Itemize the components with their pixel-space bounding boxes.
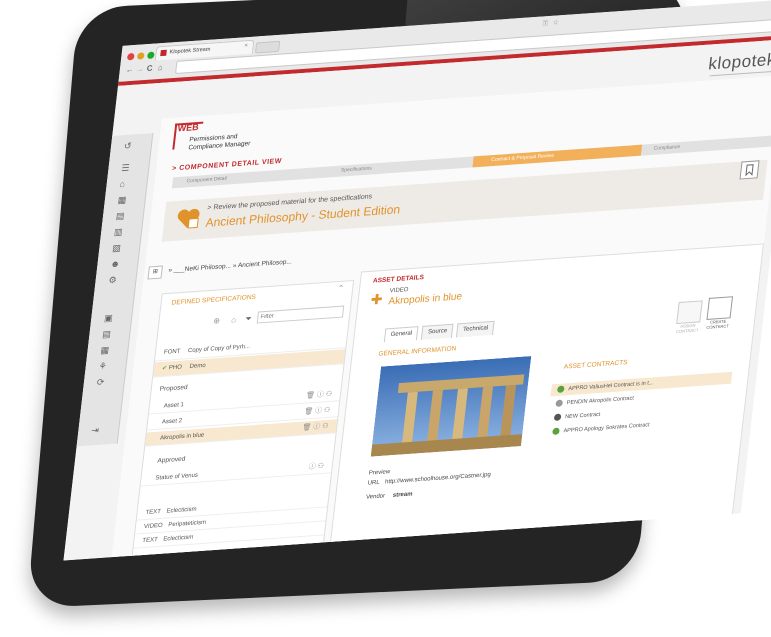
stage: Klopotek Stream × ← → C ⌂ ⚿ ☆ ♙ ≡ klopot… (0, 0, 771, 637)
minimize-window-dot[interactable] (136, 52, 145, 60)
url-value[interactable]: http://www.schoolhouse.org/Castner.jpg (385, 472, 491, 485)
add-spec-icon[interactable]: ⊕ (213, 316, 221, 325)
back-icon[interactable]: ← (125, 65, 134, 75)
asset-details-panel: ASSET DETAILS ✚ VIDEO Akropolis in blue … (329, 243, 764, 544)
proposed-label: Proposed (159, 383, 188, 393)
tab-close-icon[interactable]: × (244, 43, 248, 49)
tab-general[interactable]: General (383, 326, 419, 343)
asset-kind: VIDEO (389, 287, 409, 295)
tablet-frame: Klopotek Stream × ← → C ⌂ ⚿ ☆ ♙ ≡ klopot… (27, 0, 771, 609)
asset-tabs: General Source Technical (383, 320, 497, 343)
tablet-screen: Klopotek Stream × ← → C ⌂ ⚿ ☆ ♙ ≡ klopot… (63, 0, 771, 561)
filter-input[interactable] (256, 305, 345, 324)
building-icon[interactable]: ▦ (117, 195, 127, 207)
status-badge (553, 413, 562, 422)
settings-icon[interactable]: ⚙ (108, 275, 117, 287)
approved-label: Approved (157, 455, 186, 465)
step-compliance[interactable]: Compliance (633, 135, 771, 156)
asset-icon[interactable]: ▣ (104, 313, 114, 325)
building-group-icon[interactable]: ▥ (113, 227, 124, 239)
tab-title: Klopotek Stream (169, 46, 211, 56)
asset-preview-image (370, 356, 532, 457)
heart-building-icon (177, 208, 200, 229)
preview-label: Preview (368, 469, 391, 477)
web-logo-subtitle: Permissions and Compliance Manager (188, 132, 252, 152)
general-info-header: GENERAL INFORMATION (378, 345, 457, 358)
filter-icon[interactable]: ⏷ (245, 314, 252, 324)
contracts-header: ASSET CONTRACTS (563, 359, 628, 371)
building-alt-icon[interactable]: ▤ (115, 211, 125, 223)
asset-actions[interactable]: 🗑 ⓘ ⚇ (303, 404, 331, 420)
status-badge (552, 427, 560, 436)
check-icon: ✔ (161, 365, 168, 372)
favicon-icon (160, 49, 167, 57)
asset-header: ASSET DETAILS (372, 274, 425, 285)
building-filter-icon[interactable]: ⌂ (231, 315, 237, 324)
history-icon[interactable]: ↺ (123, 141, 132, 153)
vendor-row: Vendor stream (365, 491, 413, 501)
create-contract-button[interactable] (706, 296, 734, 320)
asset-list-icon[interactable]: ▤ (102, 329, 112, 341)
people-icon[interactable]: ☻ (110, 259, 121, 270)
document-icon[interactable]: ▧ (112, 243, 122, 255)
forward-icon[interactable]: → (135, 64, 144, 74)
specifications-panel: DEFINED SPECIFICATIONS ⌃ ⊕ ⌂ ⏷ FONT Copy… (131, 279, 355, 558)
hierarchy-icon[interactable]: ⊞ (147, 265, 163, 280)
collapse-icon[interactable]: ⌃ (337, 284, 345, 293)
app-area: klopotek. ↺ ☰ ⌂ ▦ ▤ ▥ ▧ ☻ ⚙ ▣ ▤ ▦ ⚘ ⟳ ⇥ … (63, 38, 771, 561)
asset-type-icon: ✚ (369, 290, 384, 308)
specs-header: DEFINED SPECIFICATIONS (171, 293, 257, 307)
bookmark-button[interactable] (739, 160, 760, 180)
asset-actions[interactable]: 🗑 ⓘ ⚇ (305, 388, 333, 404)
breadcrumb-path[interactable]: » ___NeKi Philosop... » Ancient Philosop… (168, 258, 292, 274)
assign-contract-label: ASSIGN CONTRACT (675, 322, 699, 334)
main-panel: WEB Permissions and Compliance Manager >… (111, 75, 771, 558)
bookmark-icon (745, 164, 754, 177)
web-logo: WEB (177, 121, 200, 134)
asset-actions[interactable]: 🗑 ⓘ ⚇ (301, 420, 329, 436)
assign-contract-button[interactable] (676, 300, 703, 325)
create-contract-label: CREATE CONTRACT (706, 318, 730, 330)
close-window-dot[interactable] (126, 52, 135, 61)
share-icon[interactable]: ⚘ (98, 361, 107, 373)
star-icon[interactable]: ☆ (552, 18, 559, 26)
step-specifications[interactable]: Specifications (322, 156, 482, 178)
new-tab-button[interactable] (254, 40, 281, 54)
key-icon[interactable]: ⚿ (542, 20, 548, 28)
step-contract-review[interactable]: Contract & Proposal Review (472, 144, 643, 168)
maximize-window-dot[interactable] (146, 51, 155, 60)
tab-source[interactable]: Source (421, 323, 454, 340)
logout-icon[interactable]: ⇥ (91, 425, 100, 437)
sync-icon[interactable]: ⟳ (96, 377, 105, 389)
temple-photo (370, 356, 532, 457)
asset-actions[interactable]: ⓘ ⚇ (308, 460, 325, 475)
status-badge (555, 399, 564, 408)
tab-technical[interactable]: Technical (456, 320, 495, 338)
home-nav-icon[interactable]: ⌂ (119, 179, 126, 189)
asset-grid-icon[interactable]: ▦ (100, 345, 110, 357)
reload-icon[interactable]: C (146, 64, 153, 73)
home-icon[interactable]: ⌂ (157, 63, 163, 72)
status-badge (556, 385, 565, 394)
list-icon[interactable]: ☰ (121, 163, 130, 175)
asset-contracts: ASSET CONTRACTS APPRO ValiusHel Contract… (542, 345, 745, 468)
